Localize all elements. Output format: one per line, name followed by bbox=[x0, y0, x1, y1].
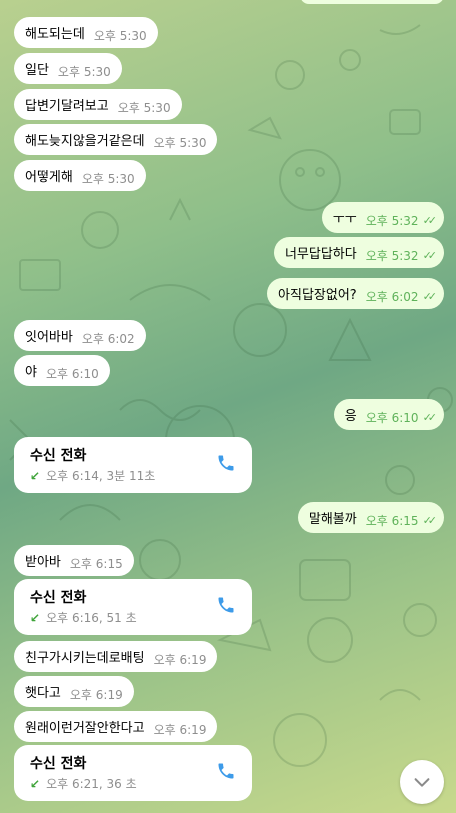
incoming-arrow-icon: ↙ bbox=[30, 469, 41, 483]
incoming-arrow-icon: ↙ bbox=[30, 611, 41, 625]
message-text: 햇다고 bbox=[25, 686, 61, 701]
read-check-icon: ✓✓ bbox=[422, 213, 438, 227]
message-incoming[interactable]: 친구가시키는데로배팅 오후 6:19 bbox=[14, 641, 218, 672]
message-outgoing[interactable]: 응 오후 6:10 ✓✓ bbox=[333, 399, 444, 430]
call-detail: 오후 6:14, 3분 11초 bbox=[46, 469, 156, 483]
message-time: 오후 5:30 bbox=[93, 28, 147, 43]
phone-icon[interactable] bbox=[216, 453, 236, 477]
message-time: 오후 6:10 bbox=[365, 410, 419, 425]
incoming-call-message[interactable]: 수신 전화 ↙ 오후 6:16, 51 초 bbox=[14, 579, 252, 635]
read-check-icon: ✓✓ bbox=[422, 513, 438, 527]
message-text: 말해볼까 bbox=[308, 512, 357, 527]
call-detail: 오후 6:21, 36 초 bbox=[46, 777, 137, 791]
message-time: 오후 6:02 bbox=[81, 331, 135, 346]
call-detail: 오후 6:16, 51 초 bbox=[46, 611, 137, 625]
message-incoming[interactable]: 어떻게해 오후 5:30 bbox=[14, 160, 146, 191]
message-outgoing[interactable]: 아직답장없어? 오후 6:02 ✓✓ bbox=[267, 278, 444, 309]
message-text: 너무답답하다 bbox=[284, 247, 357, 262]
message-time: 오후 5:32 bbox=[365, 213, 419, 228]
call-title: 수신 전화 bbox=[30, 756, 87, 772]
chevron-down-icon bbox=[414, 778, 430, 787]
message-text: 야 bbox=[25, 365, 37, 380]
message-text: 해도늦지않을거같은데 bbox=[25, 134, 145, 149]
message-text: 원래이런거잘안한다고 bbox=[25, 721, 145, 736]
message-time: 오후 6:10 bbox=[45, 366, 99, 381]
message-incoming[interactable]: 햇다고 오후 6:19 bbox=[14, 676, 134, 707]
message-incoming[interactable]: 해도늦지않을거같은데 오후 5:30 bbox=[14, 124, 218, 155]
incoming-call-message[interactable]: 수신 전화 ↙ 오후 6:21, 36 초 bbox=[14, 745, 252, 801]
call-title: 수신 전화 bbox=[30, 448, 87, 464]
message-text: ㅜㅜ bbox=[332, 212, 357, 227]
message-time: 오후 5:30 bbox=[153, 135, 207, 150]
message-incoming[interactable]: 답변기달려보고 오후 5:30 bbox=[14, 89, 182, 120]
message-time: 오후 6:19 bbox=[69, 687, 123, 702]
message-time: 오후 6:15 bbox=[69, 556, 123, 571]
message-text: 어떻게해 bbox=[25, 170, 73, 185]
message-time: 오후 6:02 bbox=[365, 289, 419, 304]
message-text: 받아바 bbox=[25, 555, 61, 570]
phone-icon[interactable] bbox=[216, 595, 236, 619]
message-outgoing[interactable]: ㅜㅜ 오후 5:32 ✓✓ bbox=[321, 202, 444, 233]
message-incoming[interactable]: 일단 오후 5:30 bbox=[14, 53, 122, 84]
message-time: 오후 6:19 bbox=[153, 722, 207, 737]
message-incoming[interactable]: 원래이런거잘안한다고 오후 6:19 bbox=[14, 711, 218, 742]
message-time: 오후 5:30 bbox=[57, 64, 111, 79]
message-text: 아직답장없어? bbox=[278, 288, 357, 303]
scroll-down-button[interactable] bbox=[400, 760, 444, 804]
call-title: 수신 전화 bbox=[30, 590, 87, 606]
message-text: 일단 bbox=[25, 63, 49, 78]
message-incoming[interactable]: 해도되는데 오후 5:30 bbox=[14, 17, 158, 48]
message-time: 오후 5:30 bbox=[117, 100, 171, 115]
read-check-icon: ✓✓ bbox=[422, 248, 438, 262]
message-text: 답변기달려보고 bbox=[25, 99, 109, 114]
read-check-icon: ✓✓ bbox=[422, 289, 438, 303]
message-text: 응 bbox=[344, 409, 357, 424]
message-outgoing[interactable]: 너무답답하다 오후 5:32 ✓✓ bbox=[273, 237, 444, 268]
message-time: 오후 6:15 bbox=[365, 513, 419, 528]
incoming-arrow-icon: ↙ bbox=[30, 777, 41, 791]
incoming-call-message[interactable]: 수신 전화 ↙ 오후 6:14, 3분 11초 bbox=[14, 437, 252, 493]
message-time: 오후 5:30 bbox=[81, 171, 135, 186]
message-text: 잇어바바 bbox=[25, 330, 73, 345]
message-text: 친구가시키는데로배팅 bbox=[25, 651, 145, 666]
read-check-icon: ✓✓ bbox=[422, 410, 438, 424]
message-time: 오후 5:32 bbox=[365, 248, 419, 263]
message-time: 오후 6:19 bbox=[153, 652, 207, 667]
previous-message-bubble bbox=[300, 0, 444, 4]
message-incoming[interactable]: 받아바 오후 6:15 bbox=[14, 545, 134, 576]
message-incoming[interactable]: 잇어바바 오후 6:02 bbox=[14, 320, 146, 351]
message-text: 해도되는데 bbox=[25, 27, 85, 42]
message-outgoing[interactable]: 말해볼까 오후 6:15 ✓✓ bbox=[297, 502, 444, 533]
phone-icon[interactable] bbox=[216, 761, 236, 785]
message-incoming[interactable]: 야 오후 6:10 bbox=[14, 355, 110, 386]
